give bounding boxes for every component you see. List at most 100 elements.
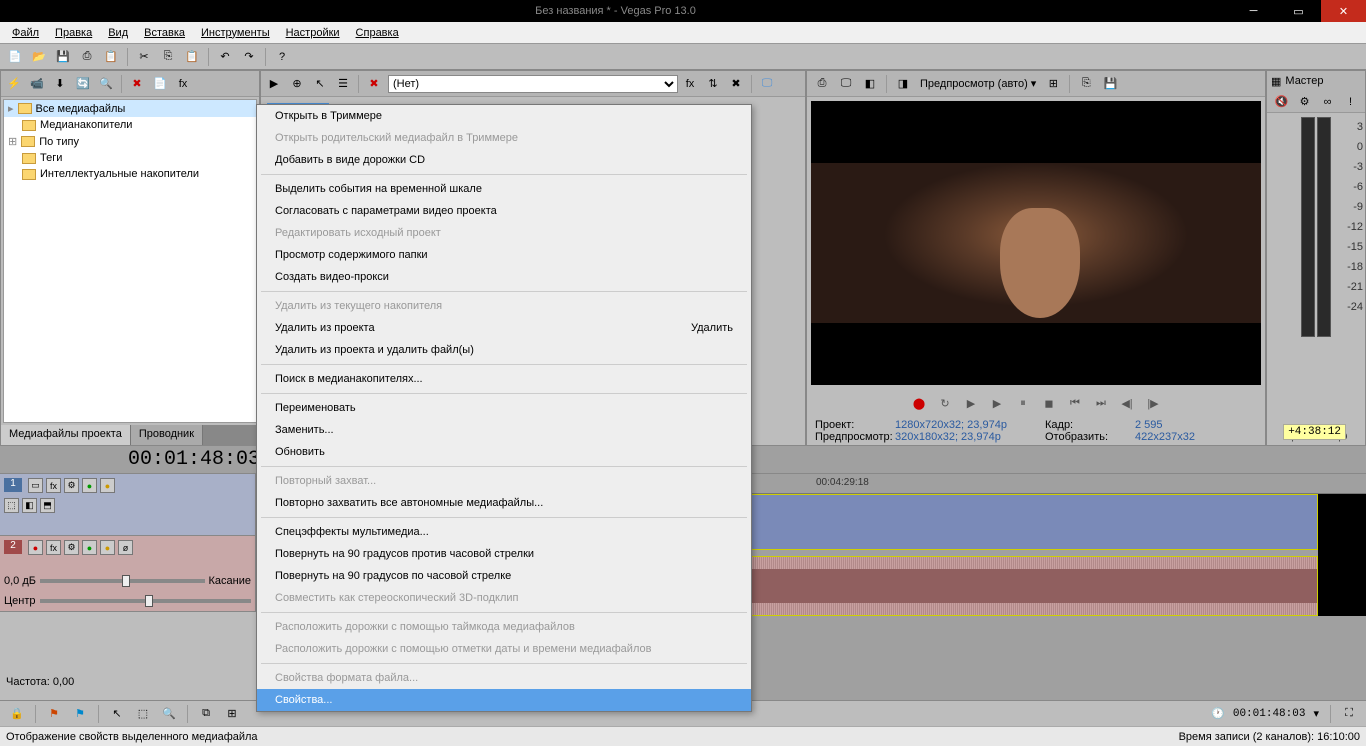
dim-icon[interactable]: !: [1340, 91, 1362, 113]
save-icon[interactable]: 💾: [52, 46, 74, 68]
bypass-fx-button[interactable]: ▭: [28, 478, 43, 493]
context-menu-item[interactable]: Обновить: [257, 441, 751, 463]
context-menu-item[interactable]: Создать видео-прокси: [257, 266, 751, 288]
refresh-icon[interactable]: 🔄: [72, 73, 94, 95]
properties-icon[interactable]: 📋: [100, 46, 122, 68]
media-tree[interactable]: ▸Все медиафайлы Медианакопители ⊞По типу…: [3, 99, 257, 423]
monitor-icon[interactable]: 🖵: [756, 73, 778, 95]
context-menu-item[interactable]: Поиск в медианакопителях...: [257, 368, 751, 390]
lock-icon[interactable]: 🔒: [6, 703, 28, 725]
props-icon[interactable]: ⎙: [811, 73, 833, 95]
menu-file[interactable]: Файл: [4, 24, 47, 42]
marker-icon[interactable]: ⚑: [43, 703, 65, 725]
tree-all-media[interactable]: ▸Все медиафайлы: [4, 100, 256, 117]
lightning-icon[interactable]: ⚡: [3, 73, 25, 95]
next-frame-button[interactable]: |▶: [1143, 393, 1163, 413]
video-track-header[interactable]: 1 ▭ fx ⚙ ● ● ⬚ ◧ ⬒: [0, 474, 256, 536]
overlay-icon[interactable]: ◧: [859, 73, 881, 95]
record-button[interactable]: ⬤: [909, 393, 929, 413]
quantize-icon[interactable]: ⊞: [221, 703, 243, 725]
context-menu-item[interactable]: Повернуть на 90 градусов по часовой стре…: [257, 565, 751, 587]
context-menu-item[interactable]: Спецэффекты мультимедиа...: [257, 521, 751, 543]
undo-icon[interactable]: ↶: [214, 46, 236, 68]
cut-icon[interactable]: ✂: [133, 46, 155, 68]
preview-quality[interactable]: Предпросмотр (авто) ▾: [916, 77, 1040, 90]
delete-icon[interactable]: ✖: [363, 73, 385, 95]
tab-project-media[interactable]: Медиафайлы проекта: [1, 425, 131, 445]
select-tool-icon[interactable]: ⬚: [132, 703, 154, 725]
play-start-button[interactable]: ▶: [961, 393, 981, 413]
arm-record-button[interactable]: ●: [28, 540, 43, 555]
fx-icon[interactable]: fx: [172, 73, 194, 95]
phase-button[interactable]: ø: [118, 540, 133, 555]
audio-track-header[interactable]: 2 ● fx ⚙ ● ● ø 0,0 дБ Касание Центр: [0, 536, 256, 612]
get-media-icon[interactable]: ⬇: [49, 73, 71, 95]
context-menu-item[interactable]: Удалить из проекта и удалить файл(ы): [257, 339, 751, 361]
redo-icon[interactable]: ↷: [238, 46, 260, 68]
track-fx-button[interactable]: fx: [46, 478, 61, 493]
context-menu-item[interactable]: Открыть в Триммере: [257, 105, 751, 127]
paste-icon[interactable]: 📋: [181, 46, 203, 68]
play-icon[interactable]: ▶: [263, 73, 285, 95]
mute-button[interactable]: ●: [82, 540, 97, 555]
mute-button[interactable]: ●: [82, 478, 97, 493]
sort-icon[interactable]: ⇅: [702, 73, 724, 95]
context-menu-item[interactable]: Просмотр содержимого папки: [257, 244, 751, 266]
render-icon[interactable]: ⎙: [76, 46, 98, 68]
loop-button[interactable]: ↻: [935, 393, 955, 413]
ext-monitor-icon[interactable]: 🖵: [835, 73, 857, 95]
bottom-timecode[interactable]: 00:01:48:03: [1233, 708, 1306, 720]
stop-button[interactable]: ◼: [1039, 393, 1059, 413]
compositing-icon[interactable]: ◧: [22, 498, 37, 513]
menu-help[interactable]: Справка: [348, 24, 407, 42]
context-menu-item[interactable]: Удалить из проектаУдалить: [257, 317, 751, 339]
context-menu-item[interactable]: Заменить...: [257, 419, 751, 441]
tree-bins[interactable]: Медианакопители: [4, 117, 256, 133]
tree-tags[interactable]: Теги: [4, 150, 256, 166]
motion-icon[interactable]: ⬚: [4, 498, 19, 513]
props-icon[interactable]: 📄: [149, 73, 171, 95]
trimmer-dropdown[interactable]: (Нет): [388, 75, 678, 93]
grid-icon[interactable]: ⊞: [1042, 73, 1064, 95]
search-icon[interactable]: 🔍: [95, 73, 117, 95]
menu-insert[interactable]: Вставка: [136, 24, 193, 42]
fx-icon[interactable]: fx: [679, 73, 701, 95]
track-fx-button[interactable]: fx: [46, 540, 61, 555]
solo-button[interactable]: ●: [100, 540, 115, 555]
volume-fader[interactable]: [40, 579, 205, 583]
tree-smart[interactable]: Интеллектуальные накопители: [4, 166, 256, 182]
fit-icon[interactable]: ⛶: [1338, 703, 1360, 725]
edit-tool-icon[interactable]: ↖: [106, 703, 128, 725]
tab-explorer[interactable]: Проводник: [131, 425, 203, 445]
menu-settings[interactable]: Настройки: [278, 24, 348, 42]
context-menu-item[interactable]: Добавить в виде дорожки CD: [257, 149, 751, 171]
copy-frame-icon[interactable]: ⎘: [1075, 73, 1097, 95]
save-frame-icon[interactable]: 💾: [1099, 73, 1121, 95]
context-menu-item[interactable]: Свойства...: [257, 689, 751, 711]
menu-view[interactable]: Вид: [100, 24, 136, 42]
add-icon[interactable]: ⊕: [286, 73, 308, 95]
automation-button[interactable]: ⚙: [64, 540, 79, 555]
region-icon[interactable]: ⚑: [69, 703, 91, 725]
play-button[interactable]: ▶: [987, 393, 1007, 413]
clear-icon[interactable]: ✖: [725, 73, 747, 95]
cursor-icon[interactable]: ↖: [309, 73, 331, 95]
prev-frame-button[interactable]: ◀|: [1117, 393, 1137, 413]
fx-chain-icon[interactable]: ⚙: [1294, 91, 1316, 113]
go-end-button[interactable]: ⏭: [1091, 393, 1111, 413]
context-menu-item[interactable]: Выделить события на временной шкале: [257, 178, 751, 200]
parent-icon[interactable]: ⬒: [40, 498, 55, 513]
automation-button[interactable]: ⚙: [64, 478, 79, 493]
context-menu-item[interactable]: Согласовать с параметрами видео проекта: [257, 200, 751, 222]
copy-icon[interactable]: ⎘: [157, 46, 179, 68]
pause-button[interactable]: ⏸: [1013, 393, 1033, 413]
go-start-button[interactable]: ⏮: [1065, 393, 1085, 413]
maximize-button[interactable]: ▭: [1276, 0, 1321, 22]
list-icon[interactable]: ☰: [332, 73, 354, 95]
remove-icon[interactable]: ✖: [126, 73, 148, 95]
solo-button[interactable]: ●: [100, 478, 115, 493]
zoom-tool-icon[interactable]: 🔍: [158, 703, 180, 725]
snap-icon[interactable]: ⧉: [195, 703, 217, 725]
main-timecode[interactable]: 00:01:48:03: [128, 448, 260, 471]
automation-icon[interactable]: ∞: [1317, 91, 1339, 113]
